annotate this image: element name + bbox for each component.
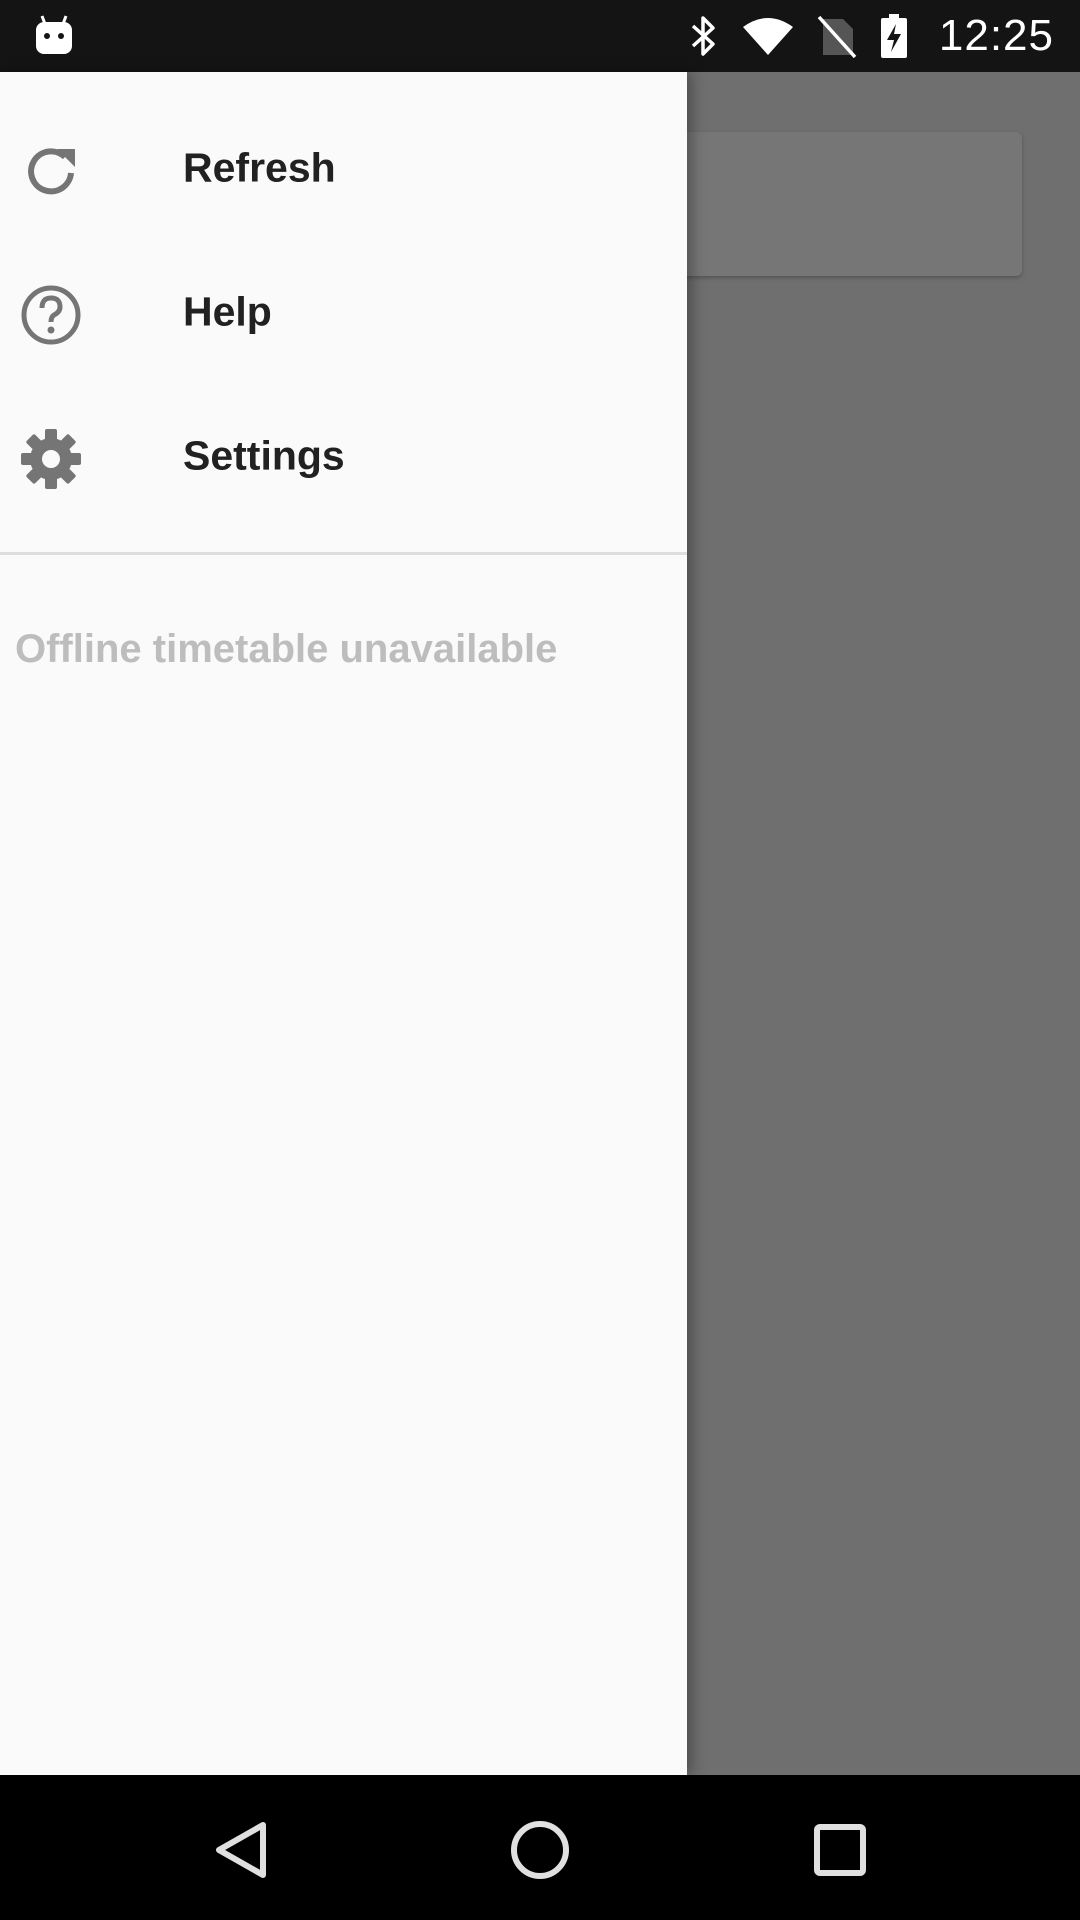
battery-charging-icon — [879, 12, 909, 60]
status-bar: 12:25 — [0, 0, 1080, 72]
offline-timetable-status: Offline timetable unavailable — [15, 627, 558, 671]
settings-icon — [19, 427, 83, 491]
drawer-item-help[interactable]: Help — [0, 240, 687, 384]
bluetooth-icon — [689, 14, 719, 58]
drawer-item-label: Settings — [183, 432, 345, 479]
drawer-item-refresh[interactable]: Refresh — [0, 96, 687, 240]
drawer-item-label: Help — [183, 288, 272, 335]
background-card — [680, 132, 1022, 276]
drawer-divider — [0, 552, 687, 555]
home-icon[interactable] — [505, 1815, 575, 1885]
status-time: 12:25 — [938, 11, 1054, 60]
drawer-item-settings[interactable]: Settings — [0, 384, 687, 528]
no-sim-icon — [817, 13, 857, 59]
refresh-icon — [19, 139, 83, 203]
system-navigation-bar — [0, 1775, 1080, 1920]
drawer-item-label: Refresh — [183, 144, 336, 191]
back-icon[interactable] — [205, 1815, 275, 1885]
wifi-icon — [741, 15, 795, 57]
status-icons: 12:25 — [689, 0, 1054, 72]
recents-icon[interactable] — [805, 1815, 875, 1885]
help-icon — [19, 283, 83, 347]
navigation-drawer: Refresh Help Settings Offline timetable … — [0, 72, 687, 1775]
android-notification-icon — [34, 14, 74, 56]
